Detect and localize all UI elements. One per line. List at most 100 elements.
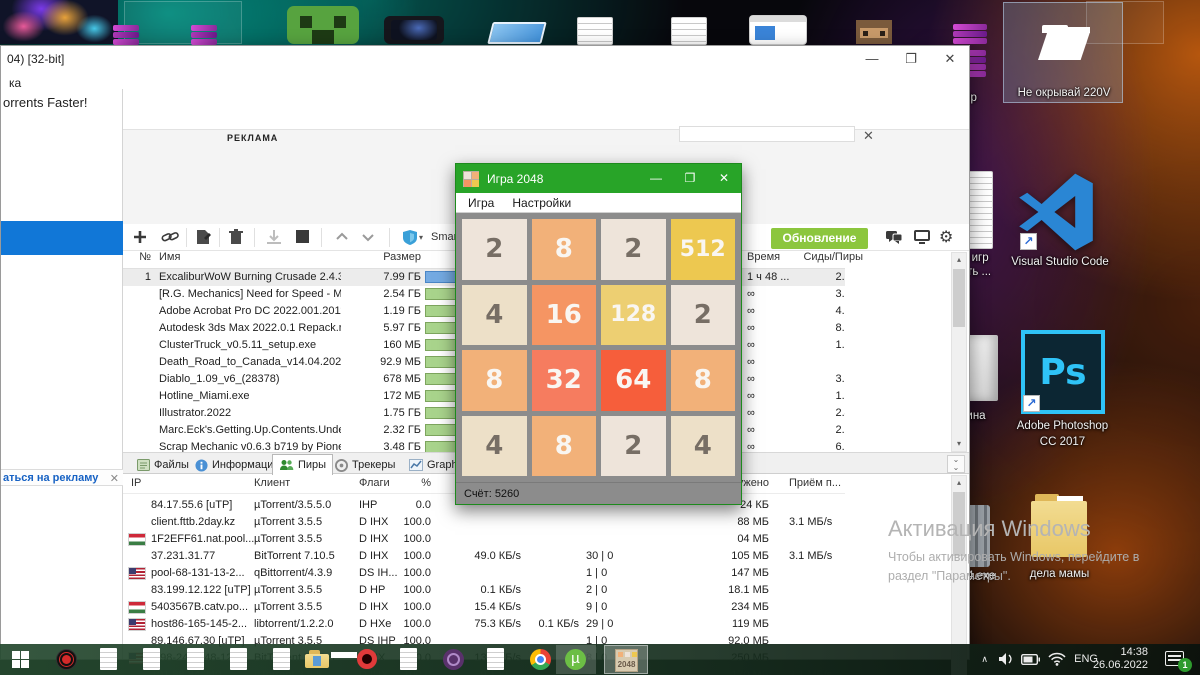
rar-archive-icon[interactable]: [113, 25, 139, 45]
update-button[interactable]: Обновление: [771, 228, 868, 249]
text-document-icon[interactable]: [578, 18, 612, 44]
document-icon[interactable]: [273, 648, 290, 670]
text-document-icon[interactable]: [672, 18, 706, 44]
tab-trackers[interactable]: Трекеры: [329, 455, 401, 475]
minimize-button[interactable]: —: [855, 46, 889, 72]
toggle-detail-button[interactable]: ⌄⌄: [947, 455, 965, 473]
game-titlebar[interactable]: Игра 2048 — ❐ ✕: [456, 164, 741, 193]
peer-row[interactable]: 37.231.31.77BitTorrent 7.10.5D IHX100.04…: [123, 548, 845, 565]
game-tile[interactable]: 32: [532, 350, 597, 411]
report-ad-link[interactable]: аться на рекламу: [3, 472, 98, 484]
remove-torrent-icon[interactable]: [227, 229, 245, 245]
phone-app-icon[interactable]: [384, 16, 444, 44]
document-icon[interactable]: [487, 648, 504, 670]
maximize-button[interactable]: ❐: [894, 46, 928, 72]
game-2048-taskbar-slot[interactable]: 2048: [604, 645, 648, 674]
game-tile[interactable]: 512: [671, 219, 736, 280]
menu-settings[interactable]: Настройки: [512, 196, 571, 210]
col-number[interactable]: №: [123, 251, 151, 263]
sidebar-selected-item[interactable]: [1, 221, 123, 255]
scroll-down-icon[interactable]: ▾: [952, 437, 966, 451]
peer-row[interactable]: 83.199.12.122 [uTP]µTorrent 3.5.5D HP100…: [123, 582, 845, 599]
move-up-icon[interactable]: [333, 229, 351, 245]
peer-row[interactable]: host86-165-145-2...libtorrent/1.2.2.0D H…: [123, 616, 845, 633]
game-tile[interactable]: 8: [462, 350, 527, 411]
clock[interactable]: 14:38 26.06.2022: [1093, 646, 1148, 672]
game-tile[interactable]: 2: [601, 416, 666, 477]
screen-recorder-icon[interactable]: [56, 649, 77, 670]
game-tile[interactable]: 2: [601, 219, 666, 280]
tab-info[interactable]: Информация: [189, 455, 285, 475]
peer-row[interactable]: pool-68-131-13-2...qBittorrent/4.3.9DS I…: [123, 565, 845, 582]
document-icon[interactable]: [230, 648, 247, 670]
game-tile[interactable]: 4: [462, 285, 527, 346]
col-client[interactable]: Клиент: [254, 477, 290, 489]
peer-row[interactable]: 5403567B.catv.po...µTorrent 3.5.5D IHX10…: [123, 599, 845, 616]
peer-row[interactable]: 1F2EFF61.nat.pool...µTorrent 3.5.5D IHX1…: [123, 531, 845, 548]
wifi-icon[interactable]: [1048, 652, 1066, 666]
scroll-thumb[interactable]: [953, 269, 965, 327]
vscode-icon[interactable]: ↗: [1008, 172, 1104, 252]
peer-row[interactable]: client.fttb.2day.kzµTorrent 3.5.5D IHX10…: [123, 514, 845, 531]
close-button[interactable]: ✕: [933, 46, 967, 72]
col-name[interactable]: Имя: [159, 251, 341, 263]
game-tile[interactable]: 8: [671, 350, 736, 411]
document-icon[interactable]: [100, 648, 117, 670]
ad-close-icon[interactable]: ✕: [863, 128, 874, 144]
explorer-window-icon[interactable]: [750, 16, 806, 44]
tor-browser-icon[interactable]: [443, 649, 464, 670]
add-torrent-icon[interactable]: [131, 229, 149, 245]
chrome-icon[interactable]: [530, 649, 551, 670]
menu-game[interactable]: Игра: [468, 196, 494, 210]
opera-icon[interactable]: [357, 649, 377, 669]
document-icon[interactable]: [143, 648, 160, 670]
game-tile[interactable]: 64: [601, 350, 666, 411]
move-down-icon[interactable]: [359, 229, 377, 245]
menubar-fragment[interactable]: ка: [9, 76, 21, 90]
stop-icon[interactable]: [293, 229, 311, 245]
document-icon[interactable]: [187, 648, 204, 670]
utorrent-titlebar[interactable]: 04) [32-bit] — ❐ ✕: [1, 46, 969, 72]
game-board[interactable]: 28251241612828326484824: [456, 213, 741, 482]
game-tile[interactable]: 4: [462, 416, 527, 477]
game-tile[interactable]: 2: [462, 219, 527, 280]
create-torrent-icon[interactable]: [194, 229, 212, 245]
minecraft-head-icon[interactable]: [856, 20, 892, 44]
rar-archive-icon[interactable]: [191, 25, 217, 45]
display-app-icon[interactable]: [487, 22, 546, 44]
close-icon[interactable]: ✕: [110, 472, 119, 485]
scroll-up-icon[interactable]: ▴: [952, 476, 966, 490]
download-icon[interactable]: [265, 229, 283, 245]
remote-device-icon[interactable]: [913, 229, 931, 245]
creeper-app-icon[interactable]: [287, 6, 359, 44]
col-ip[interactable]: IP: [131, 477, 141, 489]
col-recv[interactable]: Приём п...: [789, 477, 849, 489]
tab-files[interactable]: Файлы: [131, 455, 195, 475]
game-tile[interactable]: 128: [601, 285, 666, 346]
game-tile[interactable]: 16: [532, 285, 597, 346]
utorrent-taskbar-slot[interactable]: µ: [556, 645, 596, 674]
photoshop-icon[interactable]: Ps ↗: [1021, 330, 1105, 414]
document-icon[interactable]: [400, 648, 417, 670]
rar-archive-icon[interactable]: [953, 24, 987, 44]
col-percent[interactable]: %: [371, 477, 431, 489]
battery-icon[interactable]: [1021, 654, 1040, 665]
settings-gear-icon[interactable]: ⚙: [939, 227, 953, 247]
shield-dropdown-chevron[interactable]: ▾: [419, 233, 423, 242]
tab-peers[interactable]: Пиры: [272, 454, 333, 475]
game-tile[interactable]: 2: [671, 285, 736, 346]
col-size[interactable]: Размер: [321, 251, 421, 263]
maximize-button[interactable]: ❐: [673, 164, 707, 193]
chat-icon[interactable]: [885, 229, 903, 245]
game-art-icon[interactable]: [0, 0, 118, 44]
scroll-up-icon[interactable]: ▴: [952, 253, 966, 267]
col-seeds-peers[interactable]: Сиды/Пиры: [753, 251, 863, 263]
tray-chevron-icon[interactable]: ∧: [981, 654, 988, 665]
close-button[interactable]: ✕: [707, 164, 741, 193]
desktop-icon-folder-220[interactable]: Не окрывай 220V: [1003, 2, 1123, 103]
speaker-icon[interactable]: [998, 652, 1014, 666]
game-tile[interactable]: 4: [671, 416, 736, 477]
start-button[interactable]: [12, 651, 29, 668]
torrent-scrollbar[interactable]: ▴ ▾: [951, 252, 967, 452]
game-tile[interactable]: 8: [532, 219, 597, 280]
